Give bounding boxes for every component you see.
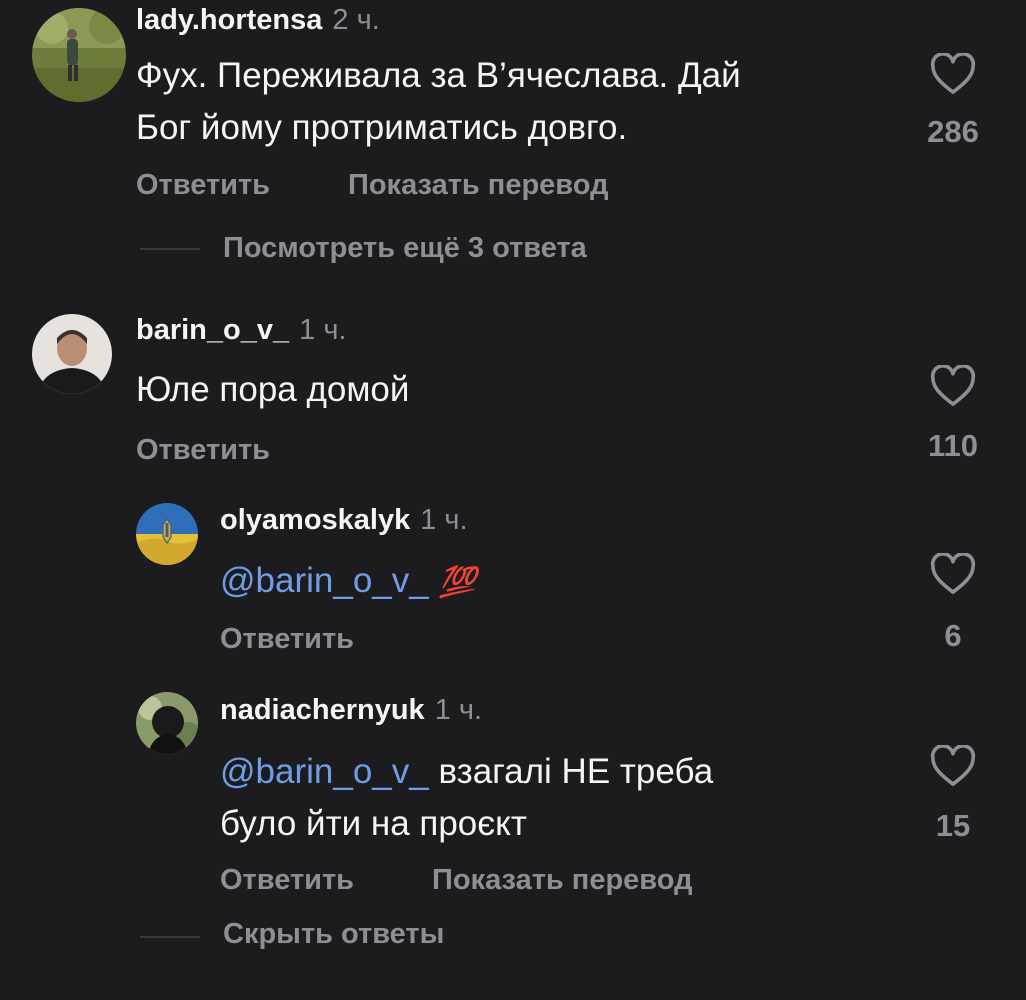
avatar[interactable] [32,314,112,394]
hide-replies-button[interactable]: Скрыть ответы [223,918,444,951]
view-more-replies-button[interactable]: Посмотреть ещё 3 ответа [223,232,587,265]
divider [140,936,200,938]
reply-button[interactable]: Ответить [136,434,270,467]
show-translation-button[interactable]: Показать перевод [432,864,692,897]
comment-username[interactable]: olyamoskalyk [220,504,410,536]
heart-icon[interactable] [930,552,976,600]
comment-username[interactable]: nadiachernyuk [220,694,425,726]
comment-timestamp: 1 ч. [434,694,483,726]
divider [140,248,200,250]
comment-text: @barin_o_v_ взагалі НЕ треба було йти на… [220,752,714,843]
emoji-100: 💯 [438,566,476,599]
comment-timestamp: 1 ч. [420,504,468,536]
avatar[interactable] [136,503,198,565]
heart-icon[interactable] [930,52,976,100]
reply-button[interactable]: Ответить [220,864,354,897]
comment-text: Юле пора домой [136,370,410,409]
heart-icon[interactable] [930,364,976,412]
like-count: 6 [944,618,962,653]
comment-timestamp: 2 ч. [332,4,380,36]
avatar[interactable] [32,8,126,102]
reply-button[interactable]: Ответить [220,623,354,656]
like-count: 15 [935,808,971,843]
comment-text: @barin_o_v_ 💯 [220,555,476,609]
comment-username[interactable]: barin_o_v_ [136,314,289,346]
show-translation-button[interactable]: Показать перевод [348,169,608,202]
mention-link[interactable]: @barin_o_v_ [220,752,429,791]
mention-link[interactable]: @barin_o_v_ [220,561,429,600]
comment-timestamp: 1 ч. [299,314,347,346]
comment-username[interactable]: lady.hortensa [136,4,322,36]
like-count: 286 [927,114,979,149]
avatar[interactable] [136,692,198,754]
like-count: 110 [927,428,978,463]
heart-icon[interactable] [930,744,976,792]
reply-button[interactable]: Ответить [136,169,270,202]
comment-text: Фух. Переживала за В’ячеслава. Дай Бог й… [136,56,741,147]
